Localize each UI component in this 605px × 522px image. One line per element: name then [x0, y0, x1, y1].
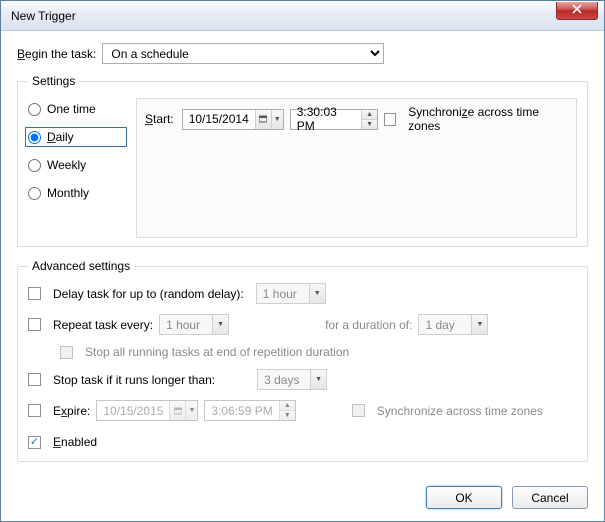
start-date-value: 10/15/2014 — [183, 112, 255, 126]
radio-monthly-label: Monthly — [47, 186, 89, 200]
delay-row: Delay task for up to (random delay): 1 h… — [28, 283, 577, 304]
expire-date-value: 10/15/2015 — [97, 404, 169, 418]
check-icon: ✓ — [30, 437, 39, 448]
radio-weekly[interactable]: Weekly — [28, 158, 124, 172]
expire-row: Expire: 10/15/2015 ▼ 3:06:59 PM ▲ ▼ — [28, 400, 577, 421]
chevron-up-icon: ▲ — [284, 402, 291, 409]
start-label: Start: — [145, 112, 174, 126]
delay-combo-dropdown: ▼ — [309, 284, 325, 303]
expire-sync-checkbox — [352, 404, 365, 417]
spin-up: ▲ — [280, 401, 295, 411]
new-trigger-dialog: New Trigger Begin the task: On a schedul… — [0, 0, 605, 522]
stoplong-value: 3 days — [258, 373, 310, 387]
duration-label: for a duration of: — [325, 318, 412, 332]
expire-time-value: 3:06:59 PM — [205, 404, 278, 418]
sync-timezones-label: Synchronize across time zones — [408, 105, 568, 133]
duration-combo: 1 day ▼ — [418, 314, 488, 335]
expire-date-dropdown — [169, 401, 185, 420]
start-date-dropdown[interactable] — [255, 110, 271, 129]
titlebar: New Trigger — [1, 1, 604, 31]
dialog-footer: OK Cancel — [426, 486, 588, 509]
calendar-icon — [259, 115, 267, 123]
expire-date-chevron: ▼ — [185, 401, 197, 420]
chevron-down-icon: ▼ — [188, 407, 195, 414]
expire-sync-label: Synchronize across time zones — [377, 404, 543, 418]
spin-down[interactable]: ▼ — [362, 120, 376, 129]
spin-up[interactable]: ▲ — [362, 110, 376, 120]
radio-daily-label: Daily — [47, 130, 74, 144]
settings-legend: Settings — [28, 74, 79, 88]
stoplong-checkbox[interactable] — [28, 373, 41, 386]
start-time-picker[interactable]: 3:30:03 PM ▲ ▼ — [290, 109, 378, 130]
stoplong-row: Stop task if it runs longer than: 3 days… — [28, 369, 577, 390]
repeat-label: Repeat task every: — [53, 318, 153, 332]
radio-monthly-input[interactable] — [28, 187, 41, 200]
expire-time-spinner: ▲ ▼ — [279, 401, 295, 420]
spin-down: ▼ — [280, 411, 295, 420]
cancel-button[interactable]: Cancel — [512, 486, 588, 509]
settings-fieldset: Settings One time Daily Weekly — [17, 74, 588, 247]
sync-timezones-checkbox[interactable] — [384, 113, 397, 126]
radio-monthly[interactable]: Monthly — [28, 186, 124, 200]
radio-daily[interactable]: Daily — [28, 130, 124, 144]
enabled-label: Enabled — [53, 435, 97, 449]
start-panel: Start: 10/15/2014 ▼ 3:30:03 PM ▲ — [136, 98, 577, 238]
radio-onetime[interactable]: One time — [28, 102, 124, 116]
calendar-icon — [174, 407, 182, 415]
begin-task-row: Begin the task: On a schedule — [17, 43, 588, 64]
stopall-row: Stop all running tasks at end of repetit… — [60, 345, 577, 359]
stoplong-label: Stop task if it runs longer than: — [53, 373, 215, 387]
repeat-row: Repeat task every: 1 hour ▼ for a durati… — [28, 314, 577, 335]
repeat-combo-dropdown: ▼ — [212, 315, 228, 334]
begin-task-label: Begin the task: — [17, 47, 96, 61]
chevron-up-icon: ▲ — [366, 111, 373, 118]
repeat-value: 1 hour — [160, 318, 212, 332]
stopall-label: Stop all running tasks at end of repetit… — [85, 345, 349, 359]
radio-weekly-input[interactable] — [28, 159, 41, 172]
advanced-fieldset: Advanced settings Delay task for up to (… — [17, 259, 588, 462]
close-icon — [572, 4, 582, 14]
duration-combo-dropdown: ▼ — [471, 315, 487, 334]
duration-value: 1 day — [419, 318, 471, 332]
chevron-down-icon: ▼ — [284, 412, 291, 419]
advanced-legend: Advanced settings — [28, 259, 134, 273]
expire-checkbox[interactable] — [28, 404, 41, 417]
window-title: New Trigger — [11, 9, 76, 23]
repeat-combo: 1 hour ▼ — [159, 314, 229, 335]
content-area: Begin the task: On a schedule Settings O… — [1, 31, 604, 484]
start-date-picker[interactable]: 10/15/2014 ▼ — [182, 109, 284, 130]
start-time-spinner[interactable]: ▲ ▼ — [361, 110, 376, 129]
delay-value: 1 hour — [257, 287, 309, 301]
radio-daily-input[interactable] — [28, 131, 41, 144]
enabled-checkbox[interactable]: ✓ — [28, 436, 41, 449]
repeat-checkbox[interactable] — [28, 318, 41, 331]
stoplong-combo: 3 days ▼ — [257, 369, 327, 390]
radio-onetime-label: One time — [47, 102, 96, 116]
expire-label: Expire: — [53, 404, 90, 418]
close-button[interactable] — [556, 2, 598, 20]
frequency-column: One time Daily Weekly Monthly — [28, 98, 124, 238]
expire-date-picker: 10/15/2015 ▼ — [96, 400, 198, 421]
stoplong-combo-dropdown: ▼ — [310, 370, 326, 389]
chevron-down-icon: ▼ — [274, 116, 281, 123]
stopall-checkbox — [60, 346, 73, 359]
delay-label: Delay task for up to (random delay): — [53, 287, 244, 301]
radio-weekly-label: Weekly — [47, 158, 86, 172]
radio-onetime-input[interactable] — [28, 103, 41, 116]
chevron-down-icon: ▼ — [217, 321, 224, 328]
delay-combo: 1 hour ▼ — [256, 283, 326, 304]
chevron-down-icon: ▼ — [314, 290, 321, 297]
enabled-row: ✓ Enabled — [28, 435, 577, 449]
start-time-value: 3:30:03 PM — [291, 105, 362, 133]
delay-checkbox[interactable] — [28, 287, 41, 300]
chevron-down-icon: ▼ — [476, 321, 483, 328]
begin-task-select[interactable]: On a schedule — [102, 43, 384, 64]
start-date-chevron[interactable]: ▼ — [271, 110, 283, 129]
expire-time-picker: 3:06:59 PM ▲ ▼ — [204, 400, 295, 421]
chevron-down-icon: ▼ — [315, 376, 322, 383]
chevron-down-icon: ▼ — [366, 121, 373, 128]
ok-button[interactable]: OK — [426, 486, 502, 509]
